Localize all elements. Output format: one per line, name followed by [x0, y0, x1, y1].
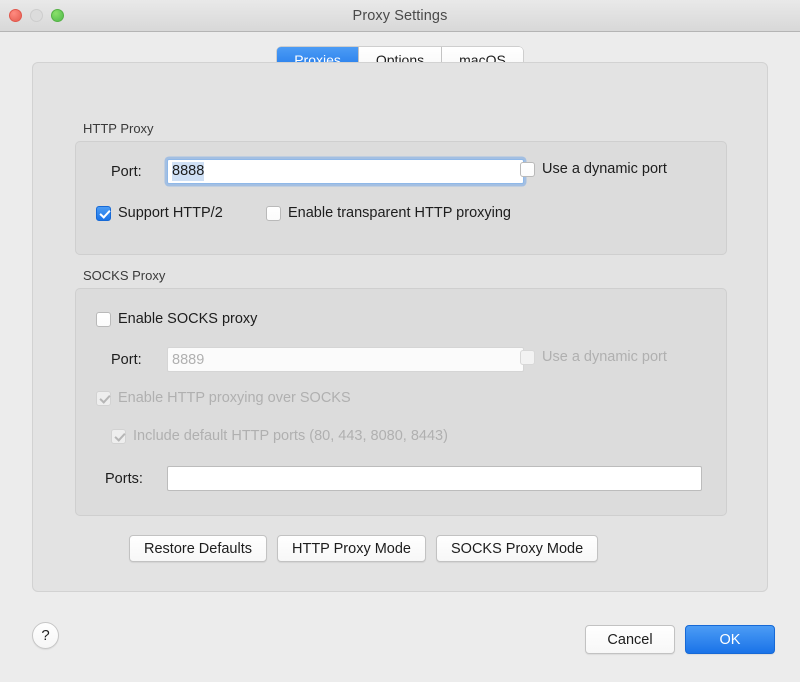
include-default-ports-checkbox[interactable] [111, 428, 126, 444]
http-proxy-mode-button[interactable]: HTTP Proxy Mode [277, 535, 426, 562]
enable-socks-checkbox-wrap[interactable]: Enable SOCKS proxy [96, 311, 257, 327]
http-over-socks-checkbox-wrap[interactable]: Enable HTTP proxying over SOCKS [96, 390, 351, 406]
proxies-tab-panel: HTTP Proxy Port: 8888 Use a dynamic port… [32, 62, 768, 592]
transparent-proxy-checkbox[interactable] [266, 205, 281, 221]
socks-proxy-mode-button[interactable]: SOCKS Proxy Mode [436, 535, 599, 562]
zoom-button-icon[interactable] [51, 9, 64, 22]
socks-dynamic-port-label: Use a dynamic port [542, 349, 667, 365]
http-port-row: Port: 8888 [111, 159, 524, 184]
socks-dynamic-port-checkbox[interactable] [520, 349, 535, 365]
include-default-ports-row[interactable]: Include default HTTP ports (80, 443, 808… [111, 428, 448, 444]
transparent-proxy-label: Enable transparent HTTP proxying [288, 205, 511, 221]
http-over-socks-label: Enable HTTP proxying over SOCKS [118, 390, 351, 406]
socks-port-value: 8889 [172, 351, 205, 368]
http-dynamic-port-row[interactable]: Use a dynamic port [520, 161, 667, 177]
help-button[interactable]: ? [32, 622, 59, 649]
http-proxy-group-label: HTTP Proxy [83, 121, 154, 136]
http-port-value: 8888 [172, 162, 205, 181]
titlebar: Proxy Settings [0, 0, 800, 32]
close-button-icon[interactable] [9, 9, 22, 22]
socks-dynamic-port-checkbox-wrap[interactable]: Use a dynamic port [520, 349, 667, 365]
restore-defaults-button[interactable]: Restore Defaults [129, 535, 267, 562]
http-dynamic-port-checkbox[interactable] [520, 161, 535, 177]
http-dynamic-port-label: Use a dynamic port [542, 161, 667, 177]
support-http2-label: Support HTTP/2 [118, 205, 223, 221]
http-over-socks-checkbox[interactable] [96, 390, 111, 406]
socks-port-row: Port: 8889 [111, 347, 524, 372]
enable-socks-label: Enable SOCKS proxy [118, 311, 258, 327]
ok-button[interactable]: OK [685, 625, 775, 654]
http-port-label: Port: [111, 163, 142, 180]
enable-socks-checkbox[interactable] [96, 311, 111, 327]
socks-proxy-group-label: SOCKS Proxy [83, 268, 166, 283]
socks-ports-input[interactable] [167, 466, 702, 491]
support-http2-checkbox[interactable] [96, 205, 111, 221]
minimize-button-icon[interactable] [30, 9, 43, 22]
socks-port-input[interactable]: 8889 [167, 347, 524, 372]
http-support-http2-row[interactable]: Support HTTP/2 [96, 205, 223, 221]
support-http2-checkbox-wrap[interactable]: Support HTTP/2 [96, 205, 223, 221]
mode-buttons-row: Restore Defaults HTTP Proxy Mode SOCKS P… [129, 535, 599, 562]
http-dynamic-port-checkbox-wrap[interactable]: Use a dynamic port [520, 161, 667, 177]
include-default-ports-label: Include default HTTP ports (80, 443, 808… [133, 428, 448, 444]
proxy-settings-window: Proxy Settings Proxies Options macOS HTT… [0, 0, 800, 682]
socks-ports-label: Ports: [105, 470, 143, 487]
http-port-input[interactable]: 8888 [167, 159, 524, 184]
http-over-socks-row[interactable]: Enable HTTP proxying over SOCKS [96, 390, 351, 406]
include-default-ports-checkbox-wrap[interactable]: Include default HTTP ports (80, 443, 808… [111, 428, 448, 444]
cancel-button[interactable]: Cancel [585, 625, 675, 654]
socks-dynamic-port-row[interactable]: Use a dynamic port [520, 349, 667, 365]
socks-port-label: Port: [111, 351, 142, 368]
socks-enable-row[interactable]: Enable SOCKS proxy [96, 311, 257, 327]
http-transparent-row[interactable]: Enable transparent HTTP proxying [266, 205, 511, 221]
traffic-light-group [9, 0, 64, 31]
transparent-proxy-checkbox-wrap[interactable]: Enable transparent HTTP proxying [266, 205, 511, 221]
footer-buttons: Cancel OK [585, 625, 775, 654]
window-title: Proxy Settings [352, 7, 448, 24]
socks-ports-row: Ports: [105, 466, 702, 491]
